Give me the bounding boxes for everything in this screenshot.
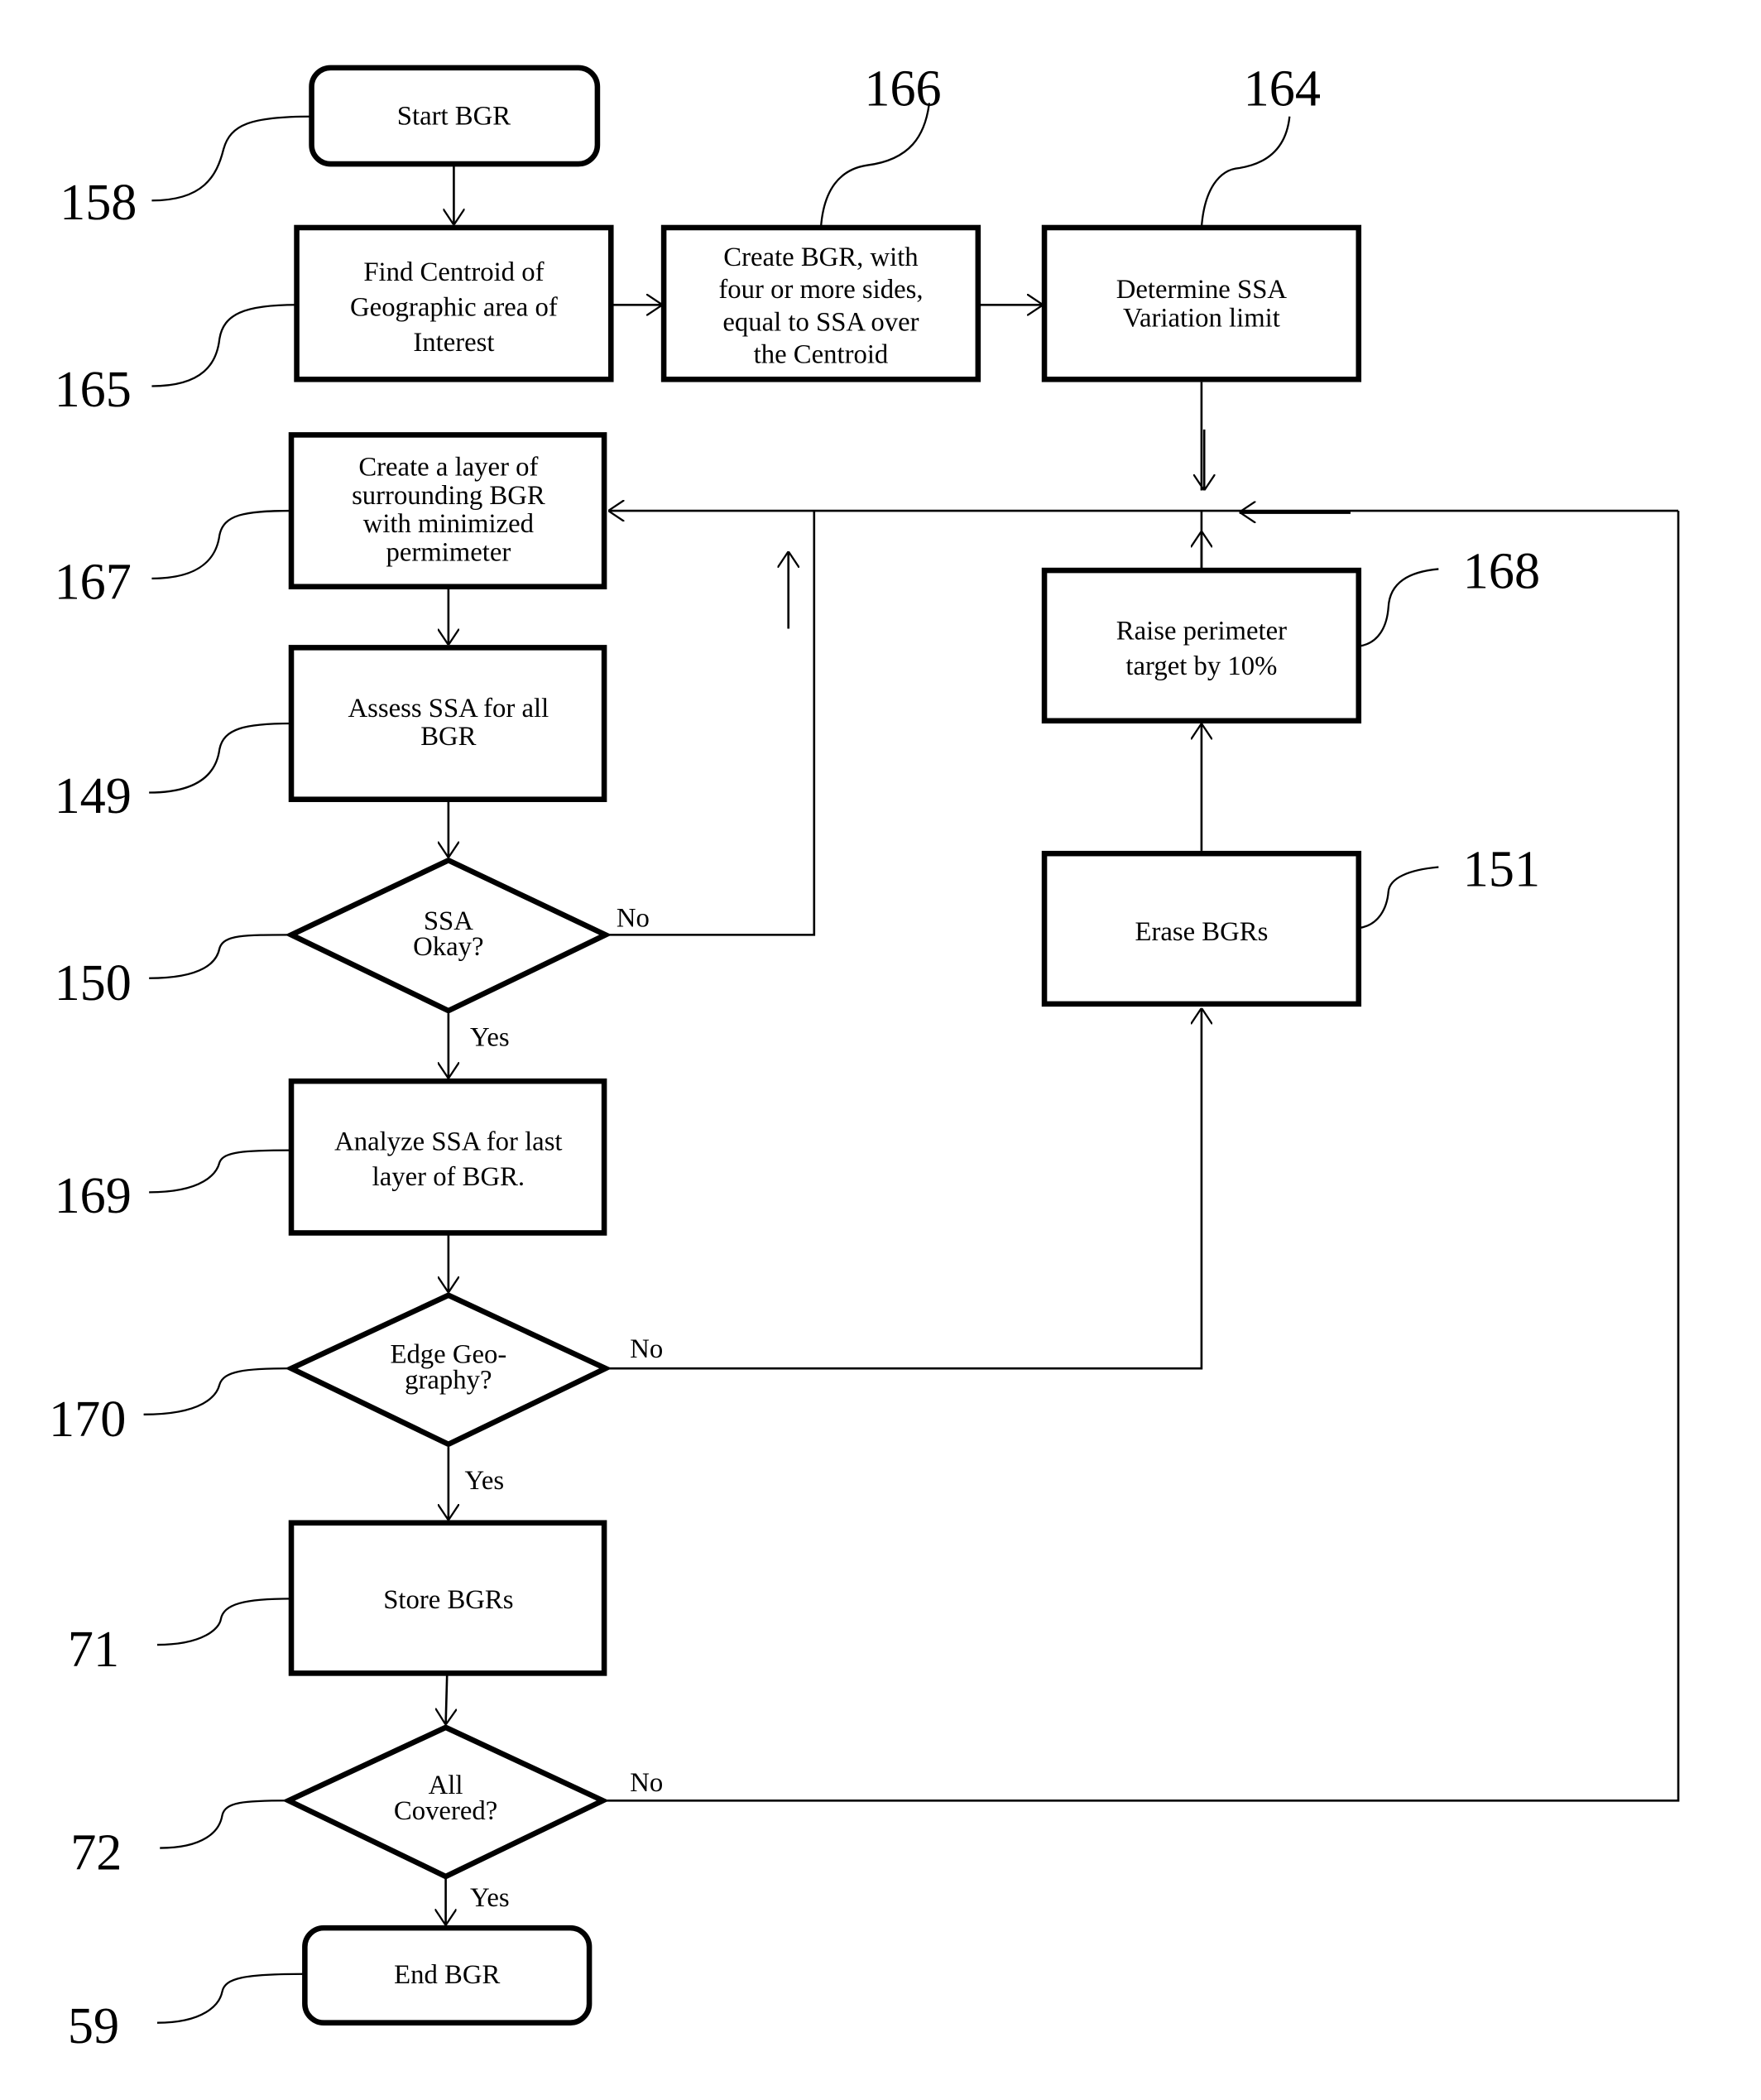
reference-158: 158 <box>60 115 312 231</box>
reference-168: 168 <box>1358 543 1540 647</box>
edge-ssa-no <box>605 511 816 936</box>
ref-numeral-150: 150 <box>55 955 132 1012</box>
node-assess-ssa[interactable]: Assess SSA for all BGR <box>288 645 607 802</box>
node-ssa-okay[interactable]: SSA Okay? <box>285 857 612 1014</box>
node-analyze-ssa-line-2: layer of BGR. <box>372 1162 525 1192</box>
reference-150: 150 <box>55 934 292 1012</box>
node-create-layer[interactable]: Create a layer of surrounding BGR with m… <box>288 432 607 589</box>
connectors <box>446 165 1680 1925</box>
reference-169: 169 <box>55 1149 292 1224</box>
node-find-centroid-line-1: Find Centroid of <box>363 257 544 287</box>
node-store-bgrs[interactable]: Store BGRs <box>288 1520 607 1676</box>
reference-59: 59 <box>68 1973 305 2054</box>
ref-numeral-167: 167 <box>55 554 132 610</box>
reference-167: 167 <box>55 509 292 610</box>
ref-numeral-59: 59 <box>68 1998 119 2054</box>
node-raise-perimeter[interactable]: Raise perimeter target by 10% <box>1041 567 1362 724</box>
node-create-bgr-line-2: four or more sides, <box>718 275 923 305</box>
flowchart: Start BGR Find Centroid of Geographic ar… <box>49 61 1680 2054</box>
ref-numeral-170: 170 <box>49 1391 126 1448</box>
node-start-label: Start BGR <box>397 102 511 132</box>
node-create-layer-line-1: Create a layer of <box>358 453 538 483</box>
node-all-covered-line-2: Covered? <box>394 1796 497 1826</box>
node-create-bgr-line-4: the Centroid <box>754 340 889 370</box>
ref-numeral-158: 158 <box>60 175 137 231</box>
node-store-bgrs-label: Store BGRs <box>383 1585 513 1615</box>
node-analyze-ssa[interactable]: Analyze SSA for last layer of BGR. <box>288 1078 607 1236</box>
ref-numeral-168: 168 <box>1463 543 1540 599</box>
node-find-centroid-line-2: Geographic area of <box>350 292 558 322</box>
node-analyze-ssa-line-1: Analyze SSA for last <box>334 1127 562 1157</box>
ref-numeral-164: 164 <box>1244 61 1321 118</box>
node-assess-ssa-line-1: Assess SSA for all <box>348 694 549 723</box>
node-create-layer-line-3: with minimized <box>363 509 534 539</box>
node-create-bgr-line-1: Create BGR, with <box>723 243 918 272</box>
edge-label-edge-yes: Yes <box>465 1466 505 1496</box>
node-end-label: End BGR <box>394 1960 500 1990</box>
ref-numeral-72: 72 <box>70 1825 122 1881</box>
node-raise-perimeter-line-2: target by 10% <box>1125 651 1277 681</box>
ref-numeral-71: 71 <box>68 1622 119 1678</box>
node-determine-ssa-line-2: Variation limit <box>1123 303 1280 333</box>
ref-numeral-151: 151 <box>1463 841 1540 897</box>
ref-numeral-165: 165 <box>55 362 132 418</box>
node-create-bgr[interactable]: Create BGR, with four or more sides, equ… <box>660 224 981 382</box>
node-erase-bgrs[interactable]: Erase BGRs <box>1041 850 1362 1007</box>
ref-numeral-149: 149 <box>55 768 132 824</box>
reference-151: 151 <box>1358 841 1540 930</box>
node-find-centroid[interactable]: Find Centroid of Geographic area of Inte… <box>294 224 614 382</box>
node-create-layer-line-2: surrounding BGR <box>352 481 545 511</box>
node-erase-bgrs-label: Erase BGRs <box>1135 917 1268 947</box>
node-ssa-okay-line-2: Okay? <box>413 932 483 962</box>
edge-store-to-covered <box>446 1675 448 1725</box>
node-start[interactable]: Start BGR <box>309 65 601 167</box>
node-all-covered[interactable]: All Covered? <box>282 1724 610 1880</box>
ref-numeral-169: 169 <box>55 1168 132 1224</box>
node-determine-ssa-line-1: Determine SSA <box>1116 275 1288 305</box>
reference-165: 165 <box>55 304 297 418</box>
edge-label-covered-no: No <box>630 1768 663 1798</box>
edge-label-ssa-yes: Yes <box>470 1023 510 1053</box>
node-find-centroid-line-3: Interest <box>413 328 494 358</box>
reference-166: 166 <box>819 61 942 228</box>
ref-numeral-166: 166 <box>864 61 941 118</box>
node-raise-perimeter-line-1: Raise perimeter <box>1116 617 1287 646</box>
edge-label-edge-no: No <box>630 1334 663 1364</box>
node-edge-geography-line-2: graphy? <box>405 1366 492 1396</box>
node-determine-ssa[interactable]: Determine SSA Variation limit <box>1041 224 1362 382</box>
node-create-bgr-line-3: equal to SSA over <box>722 307 919 337</box>
reference-149: 149 <box>55 722 292 824</box>
node-end[interactable]: End BGR <box>302 1925 593 2026</box>
reference-71: 71 <box>68 1598 292 1678</box>
reference-164: 164 <box>1200 61 1321 228</box>
node-create-layer-line-4: permimeter <box>386 538 511 568</box>
edge-label-covered-yes: Yes <box>470 1883 510 1913</box>
edge-label-ssa-no: No <box>617 904 650 934</box>
node-edge-geography[interactable]: Edge Geo- graphy? <box>285 1292 612 1448</box>
reference-72: 72 <box>70 1800 289 1881</box>
edge-edge-no <box>605 1007 1202 1370</box>
reference-170: 170 <box>49 1367 292 1448</box>
node-assess-ssa-line-2: BGR <box>420 722 476 752</box>
